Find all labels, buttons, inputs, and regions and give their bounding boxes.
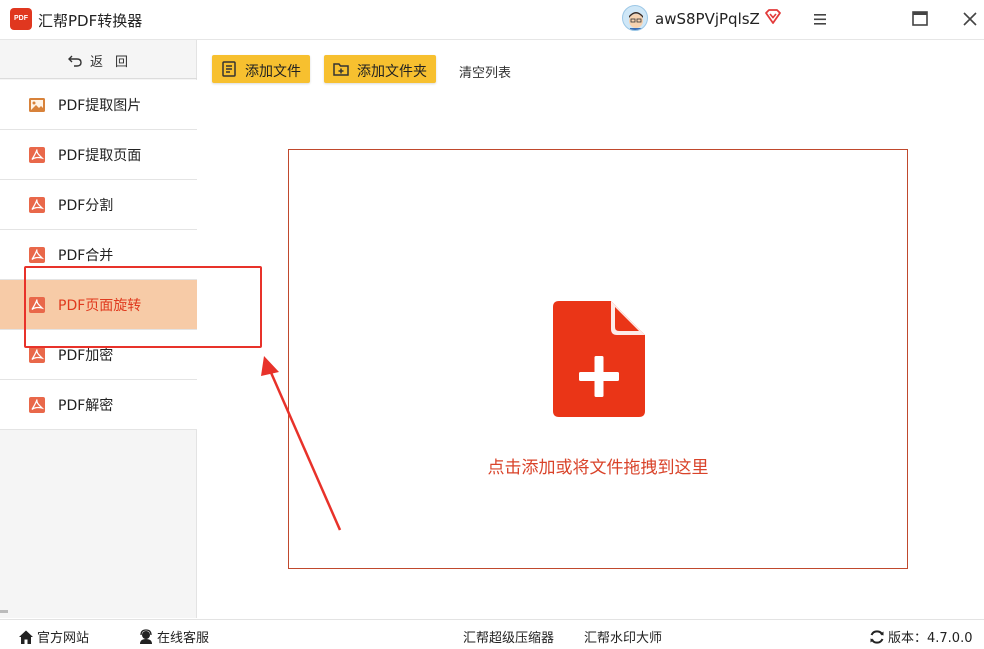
drop-hint-text: 点击添加或将文件拖拽到这里 [487, 458, 709, 478]
app-logo: PDF [10, 8, 32, 30]
watermark-link[interactable]: 汇帮水印大师 [584, 627, 662, 646]
vip-diamond-icon[interactable] [764, 8, 782, 26]
online-service-link[interactable]: 在线客服 [138, 627, 209, 646]
official-site-label: 官方网站 [37, 631, 90, 646]
status-bar: 官方网站 在线客服 汇帮超级压缩器 汇帮水印大师 版本：4.7.0.0 [0, 619, 984, 649]
add-file-icon [222, 61, 236, 77]
add-folder-icon [333, 63, 349, 76]
sidebar-item-decrypt[interactable]: PDF解密 [0, 380, 197, 430]
pdf-icon [29, 197, 45, 213]
pdf-icon [29, 147, 45, 163]
title-bar: PDF 汇帮PDF转换器 awS8PVjPqlsZ [0, 0, 984, 40]
close-icon [963, 12, 977, 26]
maximize-icon [912, 11, 928, 26]
clear-list-button[interactable]: 清空列表 [459, 62, 511, 81]
version-label: 版本：4.7.0.0 [888, 631, 973, 646]
sidebar-resize-handle[interactable] [0, 610, 8, 613]
sidebar-item-rotate-pages[interactable]: PDF页面旋转 [0, 280, 197, 330]
sidebar: 返回 PDF提取图片 PDF提取页面 PDF分割 PDF合并 PDF页面旋转 P… [0, 40, 197, 618]
sidebar-item-label: PDF合并 [58, 248, 114, 264]
compressor-link[interactable]: 汇帮超级压缩器 [463, 627, 554, 646]
sidebar-item-label: PDF提取图片 [58, 98, 142, 114]
add-folder-label: 添加文件夹 [357, 64, 427, 80]
sidebar-item-extract-images[interactable]: PDF提取图片 [0, 80, 197, 130]
add-folder-button[interactable]: 添加文件夹 [324, 55, 436, 83]
sidebar-item-label: PDF页面旋转 [58, 298, 142, 314]
sidebar-item-label: PDF解密 [58, 398, 114, 414]
username[interactable]: awS8PVjPqlsZ [655, 10, 760, 28]
add-document-icon [553, 301, 645, 417]
file-drop-zone[interactable]: 点击添加或将文件拖拽到这里 [288, 149, 908, 569]
app-title: 汇帮PDF转换器 [38, 12, 143, 30]
pdf-icon [29, 397, 45, 413]
refresh-icon [870, 630, 884, 644]
menu-button[interactable] [806, 6, 834, 32]
hamburger-icon [814, 14, 826, 25]
home-icon [19, 630, 33, 644]
sidebar-item-split[interactable]: PDF分割 [0, 180, 197, 230]
image-icon [29, 98, 45, 112]
add-file-label: 添加文件 [245, 64, 301, 80]
official-site-link[interactable]: 官方网站 [18, 627, 89, 646]
user-avatar[interactable] [622, 5, 648, 31]
sidebar-item-extract-pages[interactable]: PDF提取页面 [0, 130, 197, 180]
pdf-icon [29, 297, 45, 313]
maximize-button[interactable] [906, 6, 934, 32]
sidebar-item-label: PDF加密 [58, 348, 114, 364]
back-button[interactable]: 返回 [0, 40, 197, 79]
version-info[interactable]: 版本：4.7.0.0 [869, 627, 972, 646]
back-label: 返回 [90, 55, 141, 70]
back-arrow-icon [68, 55, 82, 67]
sidebar-item-label: PDF提取页面 [58, 148, 142, 164]
close-button[interactable] [956, 6, 984, 32]
customer-service-icon [140, 629, 152, 644]
pdf-icon [29, 247, 45, 263]
sidebar-item-label: PDF分割 [58, 198, 114, 214]
online-service-label: 在线客服 [157, 631, 210, 646]
sidebar-item-merge[interactable]: PDF合并 [0, 230, 197, 280]
pdf-icon [29, 347, 45, 363]
sidebar-item-encrypt[interactable]: PDF加密 [0, 330, 197, 380]
add-file-button[interactable]: 添加文件 [212, 55, 310, 83]
